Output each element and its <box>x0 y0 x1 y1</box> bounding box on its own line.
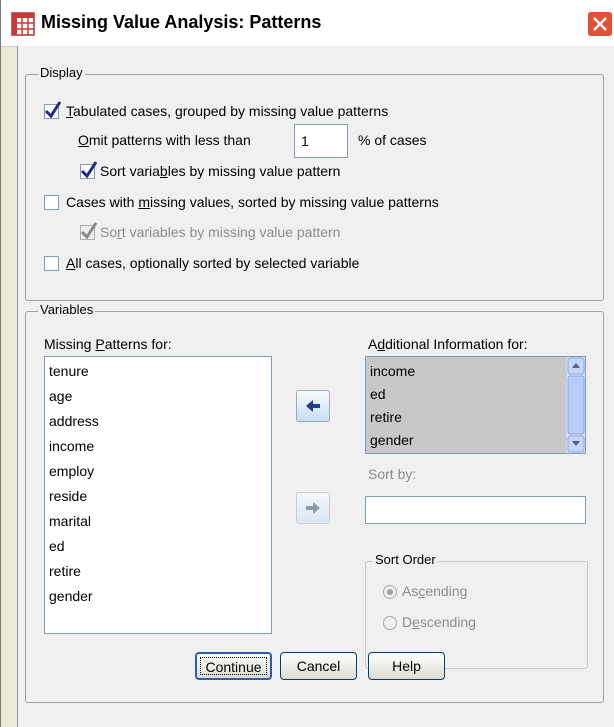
list-item[interactable]: reside <box>45 484 271 509</box>
continue-button[interactable]: Continue <box>195 652 272 680</box>
ascending-label[interactable]: Ascending <box>402 583 467 599</box>
dialog-client-area: Display Tabulated cases, grouped by miss… <box>17 46 614 727</box>
ascending-radio[interactable] <box>383 585 397 599</box>
list-item[interactable]: ed <box>45 534 271 559</box>
all-cases-label[interactable]: All cases, optionally sorted by selected… <box>66 255 359 271</box>
additional-information-label: Additional Information for: <box>368 336 528 352</box>
descending-label[interactable]: Descending <box>402 614 476 630</box>
window-title: Missing Value Analysis: Patterns <box>41 12 322 32</box>
list-item[interactable]: marital <box>45 509 271 534</box>
arrow-left-icon <box>306 400 320 412</box>
arrow-right-icon <box>306 502 320 514</box>
scrollbar-graphic <box>567 357 585 453</box>
omit-percent-input[interactable]: 1 <box>294 124 348 158</box>
list-item[interactable]: retire <box>366 406 585 429</box>
sort-variables-cases-checkbox[interactable] <box>80 222 98 240</box>
variables-group-legend: Variables <box>38 302 96 317</box>
title-bar[interactable]: Missing Value Analysis: Patterns <box>1 0 613 47</box>
sort-variables-tabulated-label[interactable]: Sort variables by missing value pattern <box>100 163 340 179</box>
help-button[interactable]: Help <box>368 652 445 680</box>
sort-by-label: Sort by: <box>368 466 417 482</box>
sort-order-legend: Sort Order <box>373 552 438 567</box>
continue-button-label: Continue <box>200 657 267 675</box>
checkmark-icon <box>80 161 98 179</box>
list-item[interactable]: retire <box>45 559 271 584</box>
list-item[interactable]: gender <box>45 584 271 609</box>
move-left-button[interactable] <box>296 390 330 422</box>
list-item[interactable]: employ <box>45 459 271 484</box>
sort-variables-cases-label[interactable]: Sort variables by missing value pattern <box>100 224 340 240</box>
missing-patterns-label: Missing Patterns for: <box>44 336 172 352</box>
list-item[interactable]: address <box>45 409 271 434</box>
list-item[interactable]: income <box>45 434 271 459</box>
list-item[interactable]: ed <box>366 383 585 406</box>
percent-of-cases-label: % of cases <box>358 132 427 148</box>
checkmark-icon <box>80 222 98 240</box>
move-right-button[interactable] <box>296 492 330 524</box>
list-item[interactable]: age <box>45 384 271 409</box>
omit-patterns-label: Omit patterns with less than <box>78 132 251 148</box>
tabulated-cases-checkbox[interactable] <box>44 101 62 119</box>
dialog-window: Missing Value Analysis: Patterns Display… <box>0 0 614 727</box>
close-icon[interactable] <box>587 11 613 37</box>
cancel-button[interactable]: Cancel <box>280 652 357 680</box>
list-item[interactable]: tenure <box>45 359 271 384</box>
cases-missing-values-label[interactable]: Cases with missing values, sorted by mis… <box>66 194 439 210</box>
scrollbar[interactable] <box>566 357 585 453</box>
descending-radio[interactable] <box>383 616 397 630</box>
list-item[interactable]: income <box>366 360 585 383</box>
missing-patterns-listbox[interactable]: tenure age address income employ reside … <box>44 356 272 634</box>
additional-information-listbox[interactable]: income ed retire gender <box>365 356 586 454</box>
cases-missing-values-checkbox[interactable] <box>44 195 59 210</box>
spss-table-icon <box>11 12 35 36</box>
all-cases-checkbox[interactable] <box>44 256 59 271</box>
sort-variables-tabulated-checkbox[interactable] <box>80 161 98 179</box>
tabulated-cases-label[interactable]: Tabulated cases, grouped by missing valu… <box>66 103 388 119</box>
checkmark-icon <box>44 101 62 119</box>
sort-by-field[interactable] <box>365 496 586 524</box>
display-group-legend: Display <box>38 65 85 80</box>
list-item[interactable]: gender <box>366 429 585 452</box>
